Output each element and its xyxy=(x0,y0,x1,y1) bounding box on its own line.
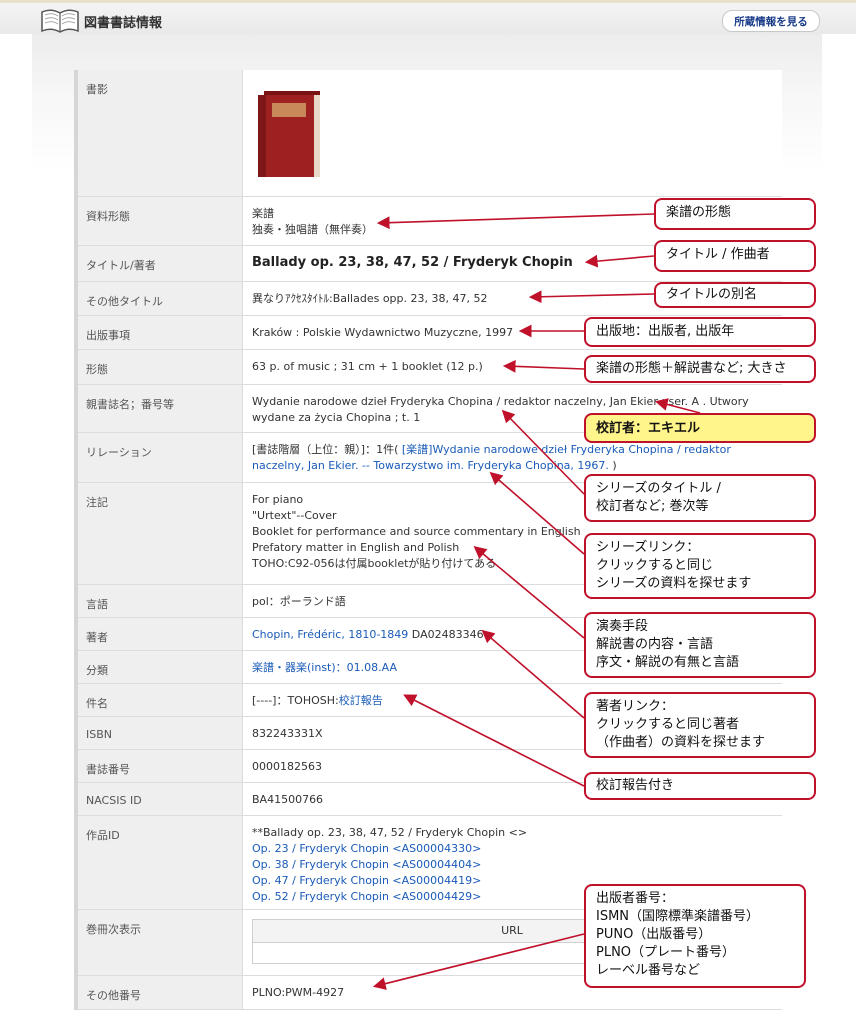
work-id-link[interactable]: Op. 38 / Fryderyk Chopin <AS00004404> xyxy=(252,857,772,873)
view-holdings-button[interactable]: 所蔵情報を見る xyxy=(722,10,820,32)
work-id-main: **Ballady op. 23, 38, 47, 52 / Fryderyk … xyxy=(252,825,528,839)
book-icon xyxy=(41,9,79,33)
subject-label: 件名 xyxy=(86,696,108,710)
book-cover-icon xyxy=(258,91,320,177)
page-title: 図書書誌情報 xyxy=(84,16,163,31)
nacsis-label: NACSIS ID xyxy=(86,793,142,807)
callout-series: シリーズのタイトル / 校訂者など; 巻次等 xyxy=(584,474,816,522)
callout-publication: 出版地：出版者, 出版年 xyxy=(584,317,816,347)
callout-line: 解説書の内容・言語 xyxy=(596,637,714,652)
author-id: DA02483346 xyxy=(411,627,484,641)
subject-prefix: [----]：TOHOSH: xyxy=(252,693,339,707)
callout-author-link: 著者リンク： クリックすると同じ著者 （作曲者）の資料を探せます xyxy=(584,692,816,758)
row-cover: 書影 xyxy=(74,70,782,197)
callout-title: タイトル / 作曲者 xyxy=(654,240,816,272)
isbn-label: ISBN xyxy=(86,727,113,741)
callout-line: シリーズリンク： xyxy=(596,540,700,555)
form-label: 形態 xyxy=(86,362,108,376)
callout-editor: 校訂者：エキエル xyxy=(584,413,816,443)
callout-line: （作曲者）の資料を探せます xyxy=(596,735,766,750)
work-id-link[interactable]: Op. 23 / Fryderyk Chopin <AS00004330> xyxy=(252,841,772,857)
volumes-label: 巻冊次表示 xyxy=(86,922,141,936)
classification-link[interactable]: 楽譜・器楽(inst)：01.08.AA xyxy=(252,661,397,674)
callout-line: PLNO（プレート番号） xyxy=(596,945,736,960)
publication-label: 出版事項 xyxy=(86,328,130,342)
callout-line: 校訂者など; 巻次等 xyxy=(596,499,709,514)
author-label: 著者 xyxy=(86,630,108,644)
callout-series-link: シリーズリンク： クリックすると同じ シリーズの資料を探せます xyxy=(584,533,816,599)
callout-publisher-numbers: 出版者番号： ISMN（国際標準楽譜番号） PUNO（出版番号） PLNO（プレ… xyxy=(584,884,806,988)
relation-suffix: ) xyxy=(612,458,617,472)
callout-material-type: 楽譜の形態 xyxy=(654,198,816,230)
work-id-label: 作品ID xyxy=(86,828,120,842)
callout-revision: 校訂報告付き xyxy=(584,772,816,800)
callout-line: シリーズのタイトル / xyxy=(596,481,721,496)
notes-label: 注記 xyxy=(86,495,108,509)
callout-form: 楽譜の形態＋解説書など; 大きさ xyxy=(584,355,816,383)
series-label: 親書誌名；番号等 xyxy=(86,397,174,411)
classification-label: 分類 xyxy=(86,663,108,677)
callout-line: クリックすると同じ xyxy=(596,558,714,573)
callout-line: 序文・解説の有無と言語 xyxy=(596,655,740,670)
callout-alt-title: タイトルの別名 xyxy=(654,282,816,308)
other-number-label: その他番号 xyxy=(86,988,141,1002)
callout-line: クリックすると同じ著者 xyxy=(596,717,740,732)
relation-label: リレーション xyxy=(86,445,152,459)
relation-prefix: [書誌階層（上位：親）]：1件( xyxy=(252,442,399,456)
bib-number-label: 書誌番号 xyxy=(86,762,130,776)
material-type-label: 資料形態 xyxy=(86,209,130,223)
header-bar: 図書書誌情報 所蔵情報を見る xyxy=(0,0,856,34)
callout-line: 出版者番号： xyxy=(596,891,675,906)
cover-label: 書影 xyxy=(86,83,108,96)
callout-line: レーベル番号など xyxy=(596,963,701,978)
callout-line: 著者リンク： xyxy=(596,699,675,714)
callout-line: PUNO（出版番号） xyxy=(596,927,712,942)
callout-notes: 演奏手段 解説書の内容・言語 序文・解説の有無と言語 xyxy=(584,612,816,678)
callout-line: 演奏手段 xyxy=(596,619,649,634)
callout-line: シリーズの資料を探せます xyxy=(596,576,752,591)
title-label: タイトル/著者 xyxy=(86,258,156,272)
callout-line: ISMN（国際標準楽譜番号） xyxy=(596,909,760,924)
author-link[interactable]: Chopin, Frédéric, 1810-1849 xyxy=(252,628,408,641)
language-label: 言語 xyxy=(86,597,108,611)
other-title-label: その他タイトル xyxy=(86,294,163,308)
subject-link[interactable]: 校訂報告 xyxy=(339,694,383,707)
